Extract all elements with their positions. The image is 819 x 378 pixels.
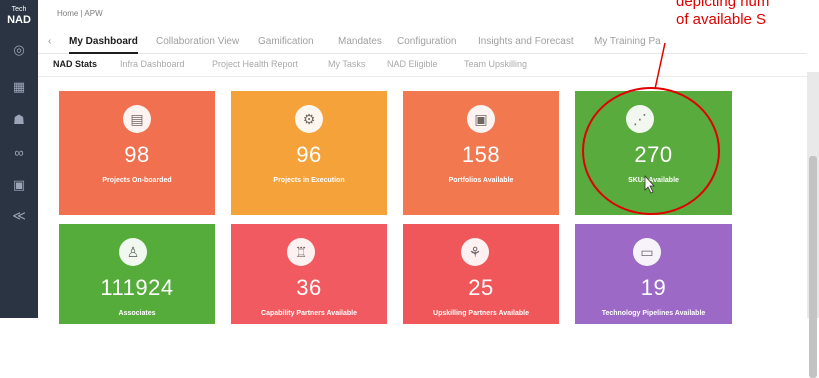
annotation-overlay [582,42,720,215]
mouse-pointer-icon [644,174,655,194]
annotation-ellipse [582,87,720,215]
annotation-pointer-line [654,42,666,90]
